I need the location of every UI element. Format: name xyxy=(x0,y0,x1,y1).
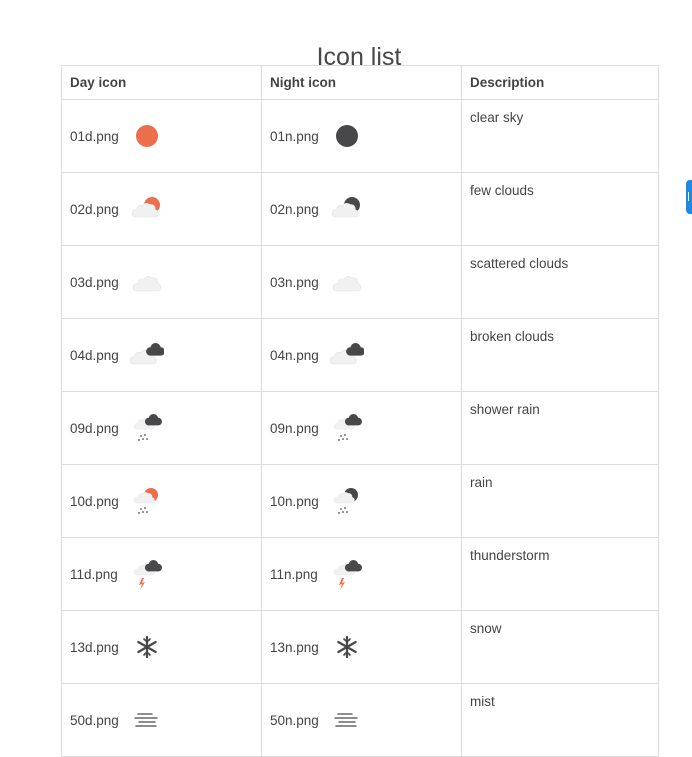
night-icon-cell: 03n.png xyxy=(261,245,462,319)
shower-rain-icon xyxy=(330,411,364,445)
night-icon-filename: 11n.png xyxy=(270,566,318,582)
description-cell: thunderstorm xyxy=(461,537,659,611)
description-cell: broken clouds xyxy=(461,318,659,392)
day-icon-filename: 03d.png xyxy=(70,274,119,290)
clear-sky-icon xyxy=(330,119,364,153)
day-icon-filename: 11d.png xyxy=(70,566,118,582)
description-cell: shower rain xyxy=(461,391,659,465)
night-icon-filename: 04n.png xyxy=(270,347,319,363)
table-row: 11d.png 11n.png thunderstorm xyxy=(61,537,659,611)
description-cell: clear sky xyxy=(461,99,659,173)
scattered-clouds-icon xyxy=(330,265,364,299)
night-icon-cell: 04n.png xyxy=(261,318,462,392)
day-icon-filename: 01d.png xyxy=(70,128,119,144)
day-icon-filename: 09d.png xyxy=(70,420,119,436)
column-header-description: Description xyxy=(461,65,659,100)
table-row: 50d.png 50n.png mist xyxy=(61,683,659,757)
rain-icon xyxy=(130,484,164,518)
description-cell: rain xyxy=(461,464,659,538)
icon-table: Day icon Night icon Description 01d.png 0… xyxy=(61,65,659,757)
night-icon-cell: 09n.png xyxy=(261,391,462,465)
column-header-day: Day icon xyxy=(61,65,262,100)
night-icon-filename: 09n.png xyxy=(270,420,319,436)
broken-clouds-icon xyxy=(330,338,364,372)
few-clouds-icon xyxy=(330,192,364,226)
night-icon-cell: 10n.png xyxy=(261,464,462,538)
mist-icon xyxy=(130,703,164,737)
shower-rain-icon xyxy=(130,411,164,445)
column-header-night: Night icon xyxy=(261,65,462,100)
night-icon-cell: 11n.png xyxy=(261,537,462,611)
day-icon-filename: 13d.png xyxy=(70,639,119,655)
night-icon-filename: 10n.png xyxy=(270,493,319,509)
night-icon-cell: 50n.png xyxy=(261,683,462,757)
table-row: 03d.png 03n.png scattered clouds xyxy=(61,245,659,319)
table-row: 10d.png 10n.png rain xyxy=(61,464,659,538)
description-cell: scattered clouds xyxy=(461,245,659,319)
day-icon-cell: 03d.png xyxy=(61,245,262,319)
description-cell: mist xyxy=(461,683,659,757)
feedback-side-tab[interactable] xyxy=(686,180,692,214)
night-icon-filename: 13n.png xyxy=(270,639,319,655)
table-row: 01d.png 01n.png clear sky xyxy=(61,99,659,173)
day-icon-filename: 04d.png xyxy=(70,347,119,363)
table-row: 04d.png 04n.png broken clouds xyxy=(61,318,659,392)
day-icon-cell: 01d.png xyxy=(61,99,262,173)
table-row: 13d.png 13n.png snow xyxy=(61,610,659,684)
description-cell: snow xyxy=(461,610,659,684)
description-cell: few clouds xyxy=(461,172,659,246)
night-icon-cell: 02n.png xyxy=(261,172,462,246)
mist-icon xyxy=(330,703,364,737)
day-icon-cell: 50d.png xyxy=(61,683,262,757)
table-row: 02d.png 02n.png few clouds xyxy=(61,172,659,246)
night-icon-filename: 01n.png xyxy=(270,128,319,144)
rain-icon xyxy=(330,484,364,518)
night-icon-cell: 01n.png xyxy=(261,99,462,173)
snow-icon xyxy=(330,630,364,664)
night-icon-filename: 50n.png xyxy=(270,712,319,728)
table-row: 09d.png 09n.png shower rain xyxy=(61,391,659,465)
day-icon-cell: 04d.png xyxy=(61,318,262,392)
thunderstorm-icon xyxy=(330,557,364,591)
clear-sky-icon xyxy=(130,119,164,153)
night-icon-filename: 02n.png xyxy=(270,201,319,217)
broken-clouds-icon xyxy=(130,338,164,372)
day-icon-cell: 11d.png xyxy=(61,537,262,611)
day-icon-cell: 09d.png xyxy=(61,391,262,465)
snow-icon xyxy=(130,630,164,664)
day-icon-filename: 10d.png xyxy=(70,493,119,509)
day-icon-cell: 13d.png xyxy=(61,610,262,684)
night-icon-cell: 13n.png xyxy=(261,610,462,684)
day-icon-filename: 50d.png xyxy=(70,712,119,728)
day-icon-cell: 02d.png xyxy=(61,172,262,246)
scattered-clouds-icon xyxy=(130,265,164,299)
night-icon-filename: 03n.png xyxy=(270,274,319,290)
day-icon-cell: 10d.png xyxy=(61,464,262,538)
day-icon-filename: 02d.png xyxy=(70,201,119,217)
thunderstorm-icon xyxy=(130,557,164,591)
few-clouds-icon xyxy=(130,192,164,226)
table-header-row: Day icon Night icon Description xyxy=(61,65,659,100)
